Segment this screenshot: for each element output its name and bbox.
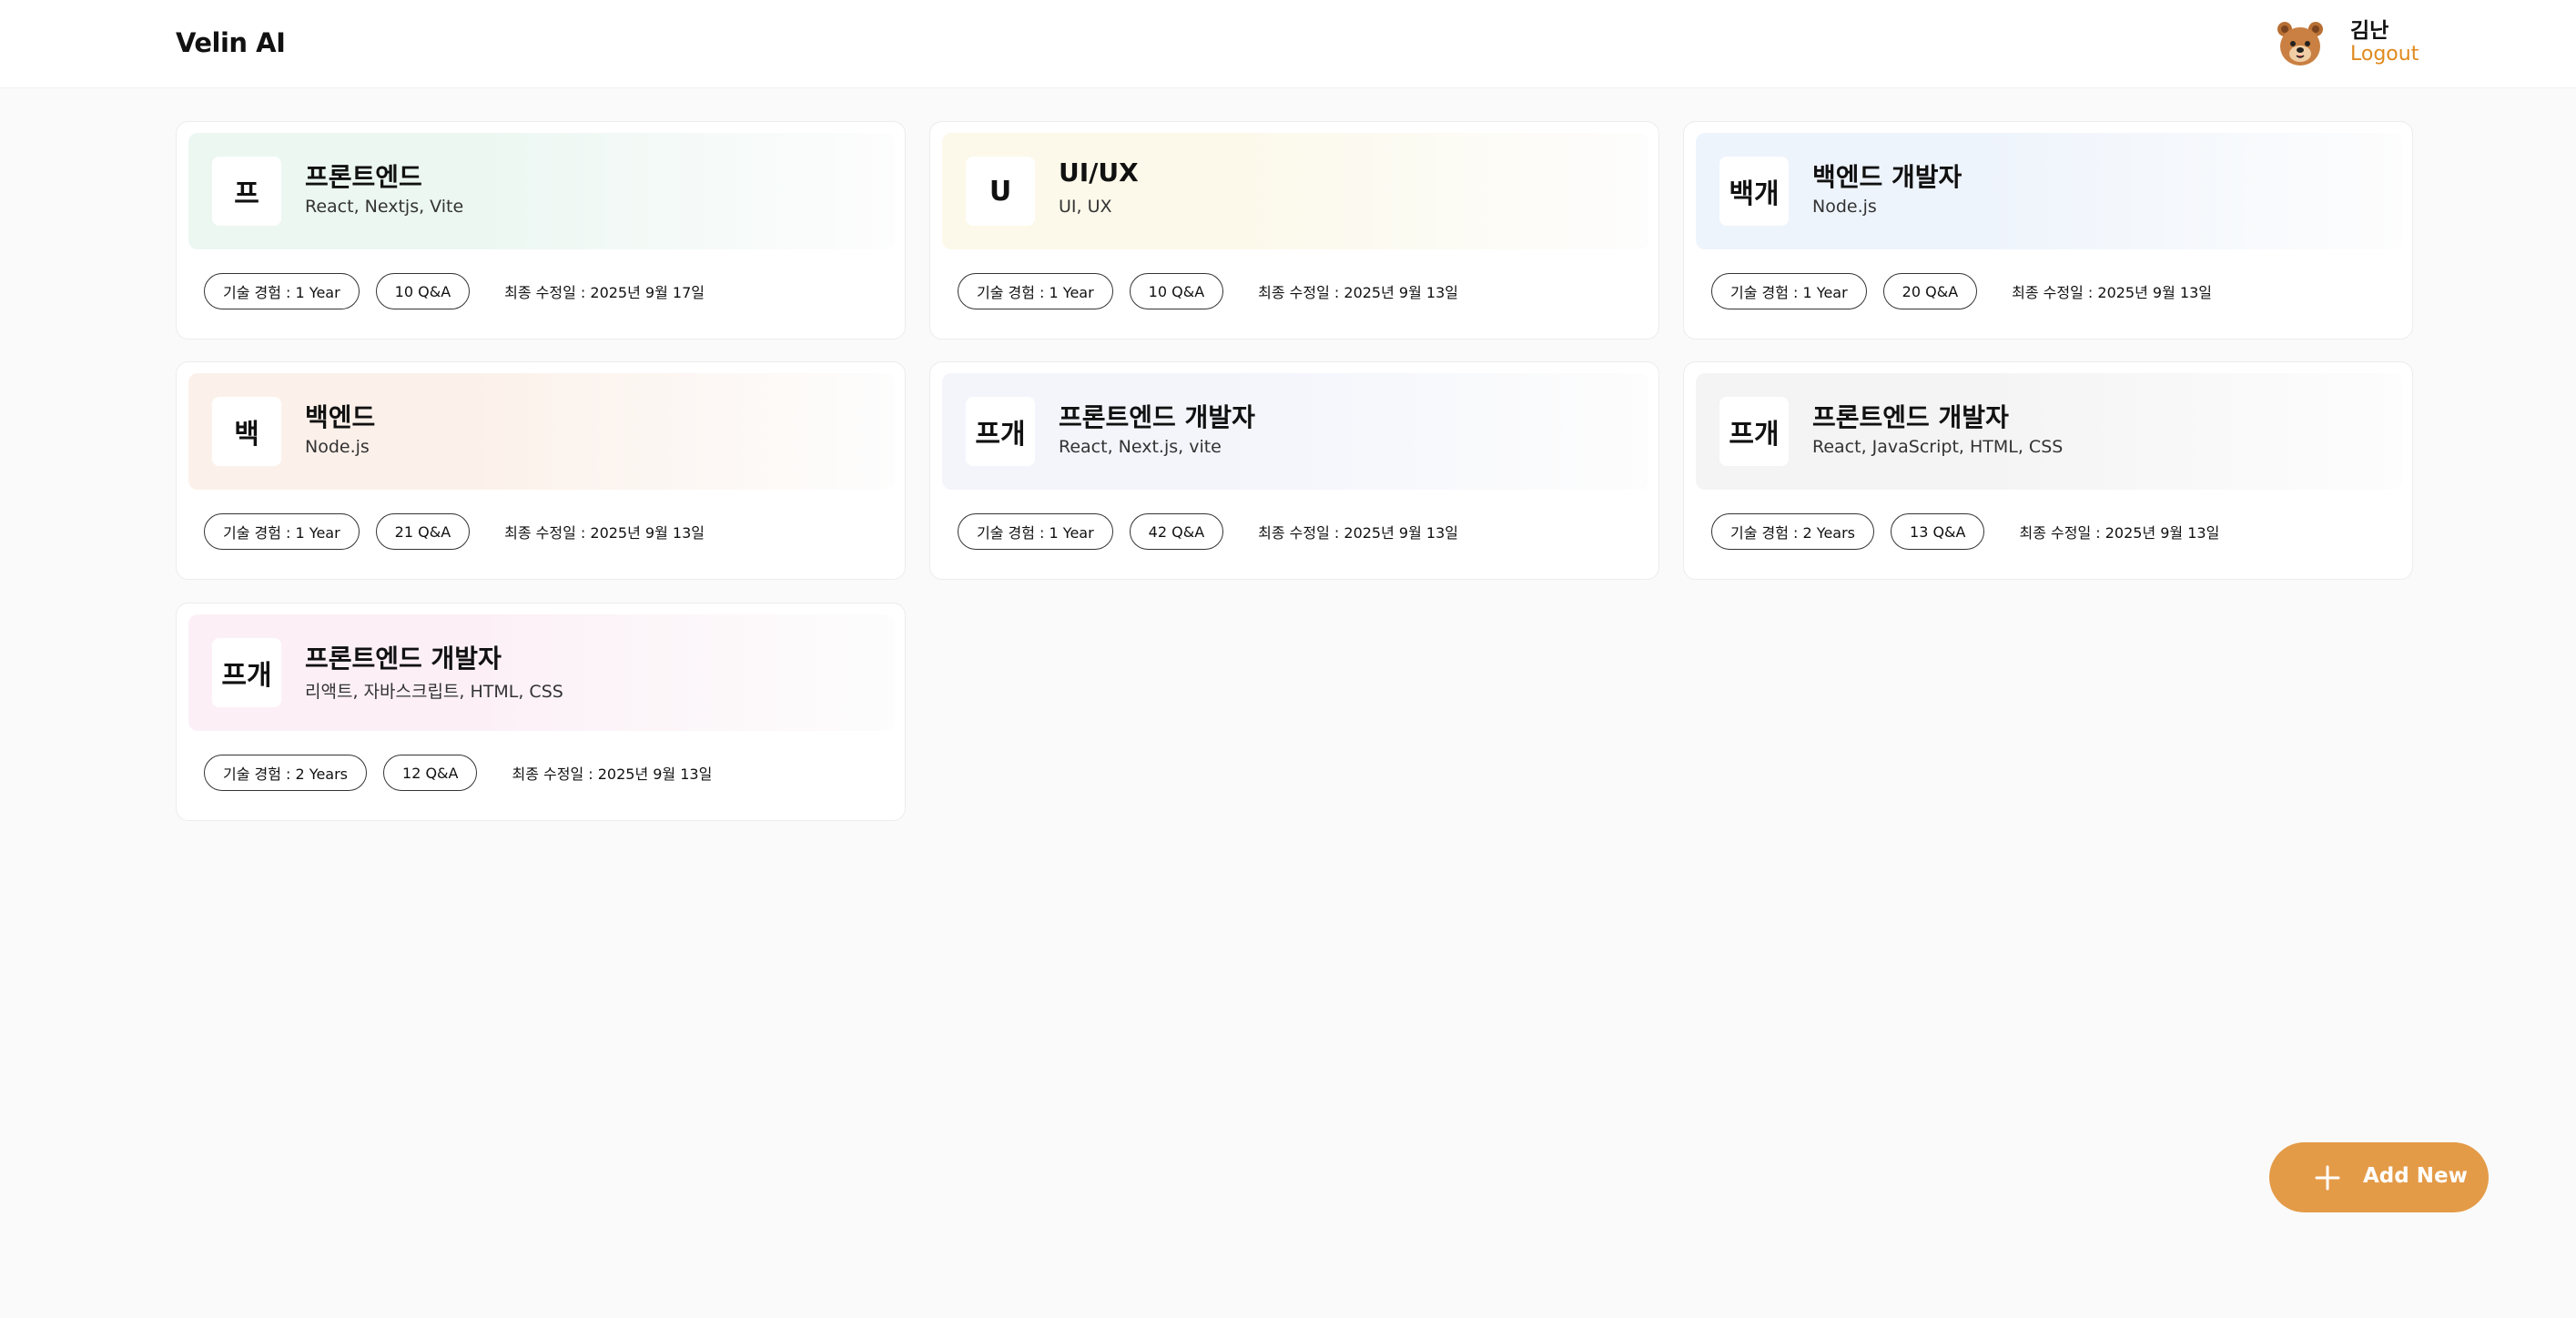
last-updated: 최종 수정일 : 2025년 9월 17일 (504, 284, 705, 301)
card-title: 백엔드 (305, 402, 376, 432)
card-subtitle: Node.js (305, 437, 370, 457)
card-title: 프론트엔드 개발자 (305, 644, 502, 674)
card-header: 프개 프론트엔드 개발자 리액트, 자바스크립트, HTML, CSS (188, 614, 895, 731)
card-subtitle: Node.js (1812, 197, 1877, 217)
experience-badge: 기술 경험 : 2 Years (204, 755, 368, 791)
card-header: U UI/UX UI, UX (942, 133, 1648, 249)
card-footer: 기술 경험 : 2 Years 12 Q&A 최종 수정일 : 2025년 9월… (204, 755, 712, 791)
card-header: 백 백엔드 Node.js (188, 373, 895, 490)
card-footer: 기술 경험 : 1 Year 20 Q&A 최종 수정일 : 2025년 9월 … (1711, 273, 2212, 309)
profile-card[interactable]: 프개 프론트엔드 개발자 React, JavaScript, HTML, CS… (1683, 361, 2413, 580)
experience-badge: 기술 경험 : 1 Year (204, 513, 360, 550)
card-abbreviation: 프개 (1719, 397, 1789, 466)
profile-card[interactable]: 백개 백엔드 개발자 Node.js 기술 경험 : 1 Year 20 Q&A… (1683, 121, 2413, 340)
card-subtitle: React, Next.js, vite (1059, 437, 1222, 457)
card-footer: 기술 경험 : 2 Years 13 Q&A 최종 수정일 : 2025년 9월… (1711, 513, 2219, 550)
last-updated: 최종 수정일 : 2025년 9월 13일 (1258, 284, 1458, 301)
card-header: 프개 프론트엔드 개발자 React, JavaScript, HTML, CS… (1696, 373, 2402, 490)
card-title: 프론트엔드 개발자 (1812, 402, 2009, 432)
card-abbreviation: U (966, 157, 1035, 226)
card-footer: 기술 경험 : 1 Year 21 Q&A 최종 수정일 : 2025년 9월 … (204, 513, 705, 550)
experience-badge: 기술 경험 : 1 Year (958, 513, 1113, 550)
last-updated: 최종 수정일 : 2025년 9월 13일 (512, 765, 713, 783)
last-updated: 최종 수정일 : 2025년 9월 13일 (2019, 524, 2220, 542)
profile-card[interactable]: 백 백엔드 Node.js 기술 경험 : 1 Year 21 Q&A 최종 수… (176, 361, 906, 580)
profile-card[interactable]: 프개 프론트엔드 개발자 리액트, 자바스크립트, HTML, CSS 기술 경… (176, 603, 906, 821)
plus-icon (2315, 1165, 2340, 1191)
last-updated: 최종 수정일 : 2025년 9월 13일 (2012, 284, 2212, 301)
card-header: 프개 프론트엔드 개발자 React, Next.js, vite (942, 373, 1648, 490)
qa-count-badge: 12 Q&A (383, 755, 478, 791)
top-header: Velin AI 김난 Logout (0, 0, 2576, 88)
experience-badge: 기술 경험 : 1 Year (1711, 273, 1867, 309)
add-new-button[interactable]: Add New (2269, 1142, 2489, 1212)
app-brand[interactable]: Velin AI (176, 27, 286, 58)
card-footer: 기술 경험 : 1 Year 42 Q&A 최종 수정일 : 2025년 9월 … (958, 513, 1458, 550)
profile-card[interactable]: 프 프론트엔드 React, Nextjs, Vite 기술 경험 : 1 Ye… (176, 121, 906, 340)
experience-badge: 기술 경험 : 1 Year (204, 273, 360, 309)
profile-card[interactable]: 프개 프론트엔드 개발자 React, Next.js, vite 기술 경험 … (929, 361, 1659, 580)
card-subtitle: React, JavaScript, HTML, CSS (1812, 437, 2064, 457)
card-subtitle: React, Nextjs, Vite (305, 197, 464, 217)
card-footer: 기술 경험 : 1 Year 10 Q&A 최종 수정일 : 2025년 9월 … (958, 273, 1458, 309)
last-updated: 최종 수정일 : 2025년 9월 13일 (504, 524, 705, 542)
card-title: 프론트엔드 (305, 162, 422, 192)
add-new-label: Add New (2363, 1164, 2468, 1188)
last-updated: 최종 수정일 : 2025년 9월 13일 (1258, 524, 1458, 542)
card-abbreviation: 백 (212, 397, 281, 466)
card-abbreviation: 프개 (212, 638, 281, 707)
bear-avatar-icon[interactable] (2274, 18, 2327, 71)
card-subtitle: UI, UX (1059, 197, 1112, 217)
card-subtitle: 리액트, 자바스크립트, HTML, CSS (305, 682, 563, 702)
experience-badge: 기술 경험 : 2 Years (1711, 513, 1875, 550)
qa-count-badge: 20 Q&A (1882, 273, 1978, 309)
user-name: 김난 (2350, 19, 2389, 43)
qa-count-badge: 10 Q&A (1129, 273, 1224, 309)
logout-link[interactable]: Logout (2350, 43, 2419, 66)
card-title: 프론트엔드 개발자 (1059, 402, 1255, 432)
card-title: UI/UX (1059, 157, 1139, 188)
experience-badge: 기술 경험 : 1 Year (958, 273, 1113, 309)
card-header: 프 프론트엔드 React, Nextjs, Vite (188, 133, 895, 249)
card-title: 백엔드 개발자 (1812, 162, 1962, 192)
card-header: 백개 백엔드 개발자 Node.js (1696, 133, 2402, 249)
card-footer: 기술 경험 : 1 Year 10 Q&A 최종 수정일 : 2025년 9월 … (204, 273, 705, 309)
qa-count-badge: 13 Q&A (1891, 513, 1985, 550)
card-abbreviation: 프 (212, 157, 281, 226)
qa-count-badge: 42 Q&A (1129, 513, 1224, 550)
card-abbreviation: 백개 (1719, 157, 1789, 226)
qa-count-badge: 10 Q&A (375, 273, 471, 309)
qa-count-badge: 21 Q&A (375, 513, 471, 550)
profile-card[interactable]: U UI/UX UI, UX 기술 경험 : 1 Year 10 Q&A 최종 … (929, 121, 1659, 340)
card-abbreviation: 프개 (966, 397, 1035, 466)
